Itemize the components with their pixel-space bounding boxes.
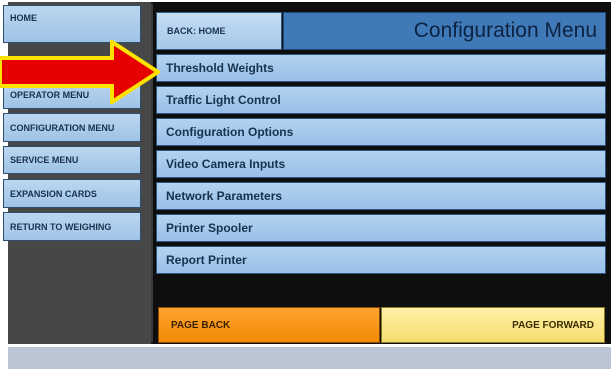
sidebar-item-operator-menu[interactable]: OPERATOR MENU: [3, 80, 141, 109]
menu-item-configuration-options[interactable]: Configuration Options: [156, 118, 606, 146]
status-strip: [8, 347, 611, 369]
menu-item-printer-spooler[interactable]: Printer Spooler: [156, 214, 606, 242]
page-title: Configuration Menu: [283, 12, 606, 50]
sidebar-item-return-to-weighing[interactable]: RETURN TO WEIGHING: [3, 212, 141, 241]
sidebar-item-home[interactable]: HOME: [3, 5, 141, 43]
page-back-button[interactable]: PAGE BACK: [158, 307, 380, 343]
sidebar-item-configuration-menu[interactable]: CONFIGURATION MENU: [3, 113, 141, 142]
sidebar-item-expansion-cards[interactable]: EXPANSION CARDS: [3, 179, 141, 208]
sidebar-item-service-menu[interactable]: SERVICE MENU: [3, 146, 141, 174]
menu-item-network-parameters[interactable]: Network Parameters: [156, 182, 606, 210]
back-home-button[interactable]: BACK: HOME: [156, 12, 282, 50]
menu-item-traffic-light-control[interactable]: Traffic Light Control: [156, 86, 606, 114]
page-forward-button[interactable]: PAGE FORWARD: [381, 307, 605, 343]
menu-item-report-printer[interactable]: Report Printer: [156, 246, 606, 274]
menu-item-threshold-weights[interactable]: Threshold Weights: [156, 54, 606, 82]
menu-item-video-camera-inputs[interactable]: Video Camera Inputs: [156, 150, 606, 178]
